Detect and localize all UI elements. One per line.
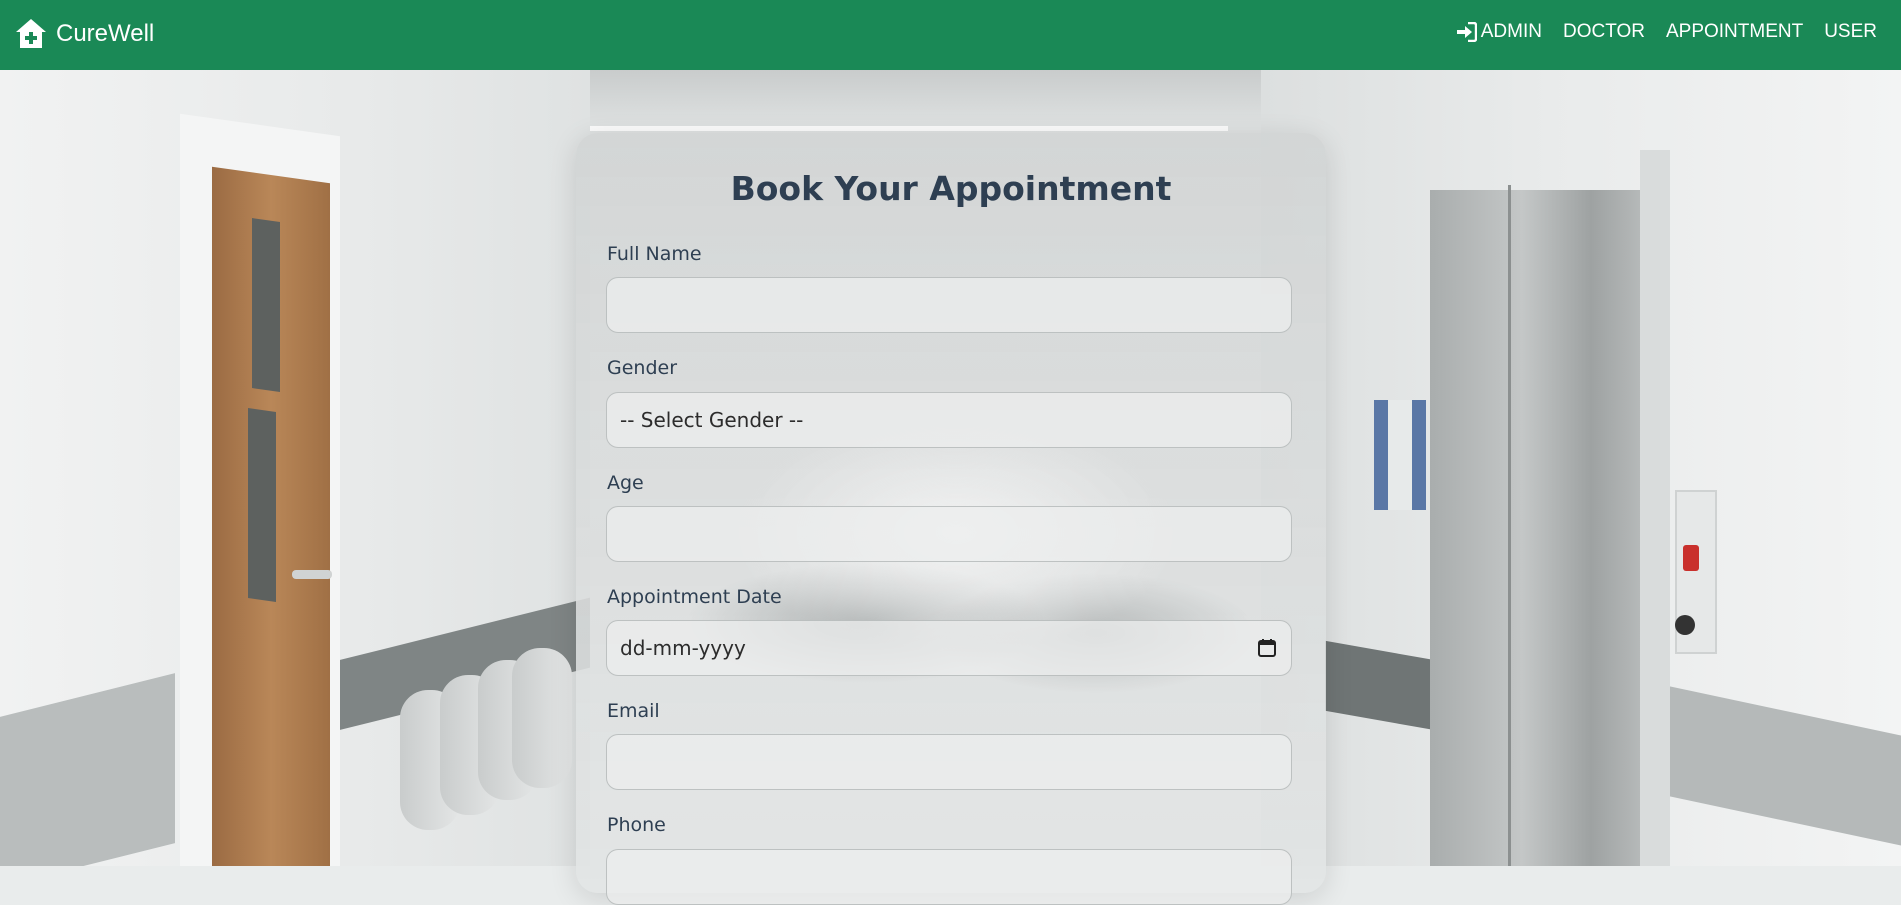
nav-user-link[interactable]: USER — [1824, 21, 1877, 43]
nav-admin-link[interactable]: ADMIN — [1455, 21, 1542, 43]
gender-selected-value: -- Select Gender -- — [620, 408, 804, 432]
age-label: Age — [607, 472, 644, 494]
form-title: Book Your Appointment — [730, 169, 1172, 208]
waiting-chairs — [400, 630, 572, 830]
main-nav: ADMIN DOCTOR APPOINTMENT USER — [1455, 21, 1877, 43]
phone-input[interactable] — [606, 849, 1292, 905]
calendar-icon[interactable] — [1257, 638, 1277, 658]
brand-name: CureWell — [56, 20, 155, 47]
elevator-indicator — [1683, 545, 1699, 571]
nav-user-label: USER — [1824, 21, 1877, 42]
elevator-call-button — [1675, 615, 1695, 635]
nav-admin-label: ADMIN — [1480, 21, 1542, 42]
elevator-frame — [1640, 150, 1670, 866]
door-window-top — [252, 218, 280, 392]
ceiling — [470, 70, 1280, 130]
nav-doctor-label: DOCTOR — [1562, 21, 1645, 42]
appointment-form-card: Book Your Appointment Full Name Gender -… — [576, 133, 1326, 905]
gender-label: Gender — [607, 357, 678, 379]
brand-link[interactable]: CureWell — [14, 17, 154, 51]
appointment-date-input[interactable]: dd-mm-yyyy — [606, 620, 1292, 676]
nav-appointment-label: APPOINTMENT — [1665, 21, 1804, 42]
nav-doctor-link[interactable]: DOCTOR — [1563, 21, 1645, 43]
full-name-input[interactable] — [606, 277, 1292, 333]
house-medical-icon — [16, 19, 46, 48]
ceiling-light — [532, 126, 1228, 131]
sign-in-icon — [1456, 22, 1477, 42]
full-name-label: Full Name — [607, 243, 702, 265]
date-placeholder: dd-mm-yyyy — [620, 636, 746, 660]
appointment-date-label: Appointment Date — [607, 586, 782, 608]
chair — [512, 648, 572, 788]
age-input[interactable] — [606, 506, 1292, 562]
phone-label: Phone — [607, 814, 666, 836]
elevator-seam — [1508, 185, 1511, 866]
email-label: Email — [607, 700, 660, 722]
email-input[interactable] — [606, 734, 1292, 790]
navbar: CureWell ADMIN DOCTOR APPOINTMENT USER — [0, 0, 1901, 70]
door-window-bottom — [248, 408, 276, 602]
nav-appointment-link[interactable]: APPOINTMENT — [1666, 21, 1803, 43]
gender-select[interactable]: -- Select Gender -- — [606, 392, 1292, 448]
elevator-doors — [1430, 190, 1660, 866]
hospital-h-sign — [1374, 400, 1426, 510]
door-handle — [292, 570, 332, 579]
